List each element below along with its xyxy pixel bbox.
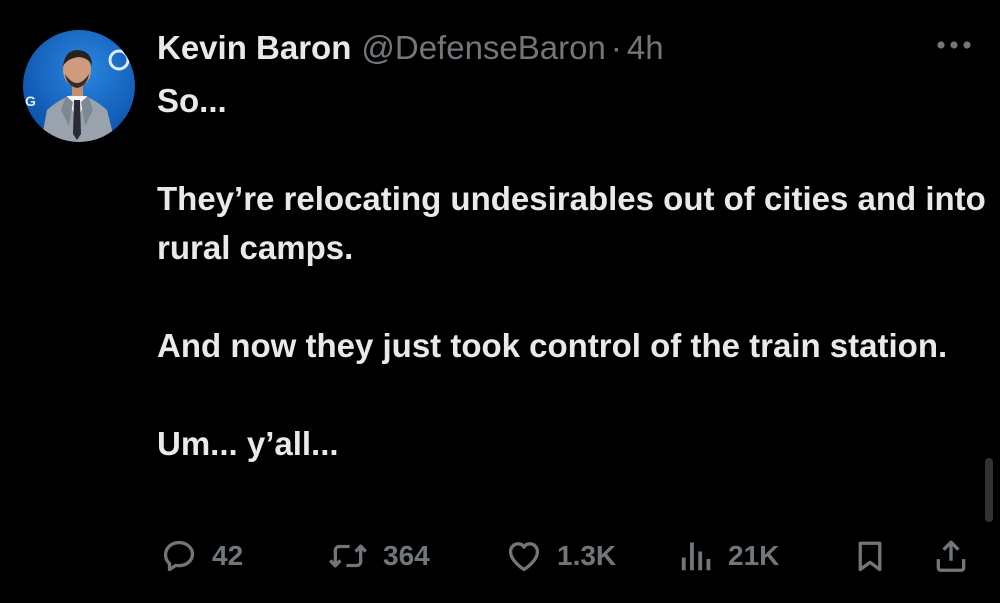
share-icon	[932, 537, 970, 575]
avatar[interactable]: G	[23, 30, 135, 142]
display-name[interactable]: Kevin Baron	[157, 29, 351, 67]
bookmark-button[interactable]	[852, 530, 888, 582]
tweet: G Kevin Baron @DefenseBaron · 4h So... T…	[0, 0, 1000, 603]
action-bar: 42 364 1.3K 21K	[0, 530, 1000, 582]
tweet-paragraph: Um... y’all...	[157, 425, 339, 462]
repost-count: 364	[383, 540, 430, 571]
repost-icon	[327, 537, 369, 575]
like-count: 1.3K	[557, 540, 617, 571]
scrollbar-thumb[interactable]	[985, 458, 993, 522]
bookmark-icon	[852, 537, 888, 575]
timestamp[interactable]: 4h	[627, 29, 664, 67]
views-button[interactable]: 21K	[678, 530, 779, 582]
tweet-paragraph: They’re relocating undesirables out of c…	[157, 180, 986, 266]
reply-button[interactable]: 42	[160, 530, 243, 582]
separator-dot: ·	[610, 29, 622, 66]
views-count: 21K	[728, 540, 780, 571]
handle[interactable]: @DefenseBaron	[361, 29, 605, 67]
tweet-text: So... They’re relocating undesirables ou…	[157, 76, 987, 468]
reply-icon	[160, 537, 198, 575]
tweet-paragraph: So...	[157, 82, 227, 119]
more-options-icon[interactable]	[932, 30, 976, 60]
tweet-paragraph: And now they just took control of the tr…	[157, 327, 948, 364]
like-icon	[505, 537, 543, 575]
tweet-header: Kevin Baron @DefenseBaron · 4h	[157, 26, 664, 70]
svg-text:G: G	[25, 93, 36, 109]
like-button[interactable]: 1.3K	[505, 530, 616, 582]
avatar-image: G	[23, 30, 135, 142]
share-button[interactable]	[932, 530, 970, 582]
reply-count: 42	[212, 540, 244, 571]
views-icon	[678, 537, 714, 575]
repost-button[interactable]: 364	[327, 530, 430, 582]
